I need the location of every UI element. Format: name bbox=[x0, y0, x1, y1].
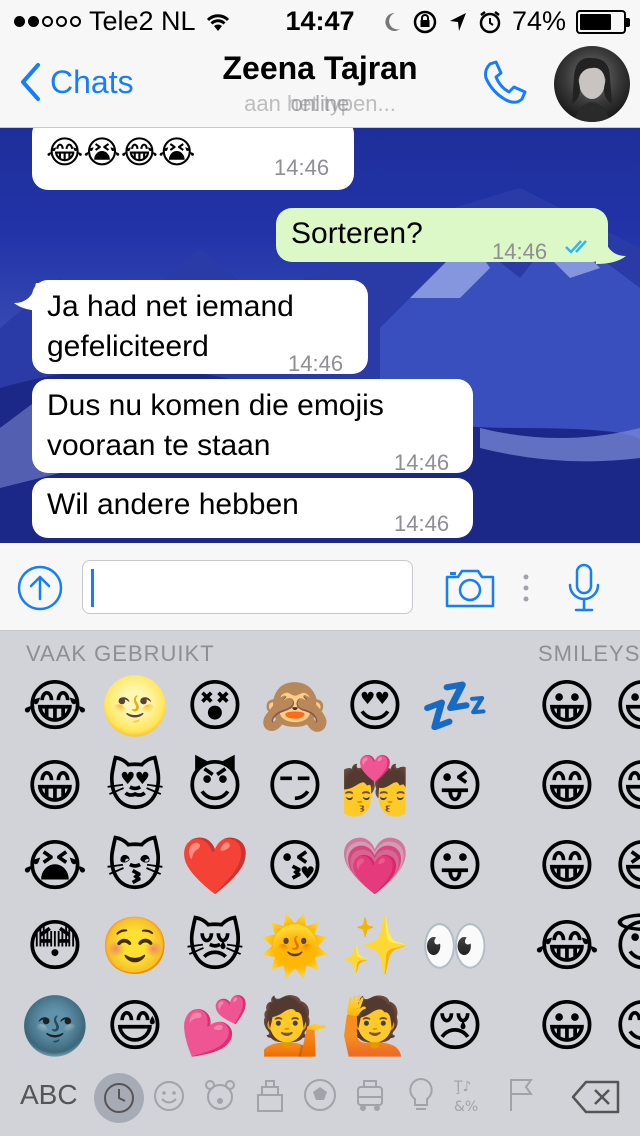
emoji-key[interactable]: 😅 bbox=[96, 987, 174, 1065]
section-label-smileys: SMILEYS bbox=[538, 641, 640, 666]
emoji-key[interactable]: 😀 bbox=[528, 667, 606, 745]
message-bubble-outgoing[interactable]: Sorteren? 14:46 bbox=[276, 208, 608, 264]
camera-icon[interactable] bbox=[444, 567, 496, 609]
smiley-category-icon[interactable] bbox=[152, 1079, 186, 1113]
message-text-line: vooraan te staan bbox=[47, 429, 271, 462]
message-time: 14:46 bbox=[492, 239, 548, 264]
emoji-key[interactable]: 😀 bbox=[528, 987, 606, 1065]
message-bubble[interactable]: Ja had net iemand gefeliciteerd 14:46 bbox=[32, 280, 368, 376]
emoji-key[interactable]: 😁 bbox=[528, 747, 606, 825]
message-time: 14:46 bbox=[288, 351, 344, 376]
emoji-key-partial[interactable]: 😆 bbox=[604, 827, 640, 905]
emoji-key[interactable]: 😻 bbox=[96, 747, 174, 825]
emoji-key[interactable]: 🌞 bbox=[256, 907, 334, 985]
attach-upload-icon[interactable] bbox=[16, 564, 64, 612]
message-text-line: Ja had net iemand bbox=[47, 290, 294, 323]
emoji-key[interactable]: 😳 bbox=[16, 907, 94, 985]
rotation-lock-icon bbox=[413, 10, 437, 33]
emoji-key-partial[interactable]: 😄 bbox=[604, 747, 640, 825]
emoji-key[interactable]: 😭 bbox=[16, 827, 94, 905]
svg-text:&%: &% bbox=[454, 1099, 478, 1115]
message-bubble[interactable]: 😂😭😂😭 14:46 bbox=[32, 128, 354, 190]
message-input[interactable] bbox=[82, 560, 413, 614]
emoji-keyboard: VAAK GEBRUIKT SMILEYS 😂 🌝 😵 🙈 😍 💤 😁 😻 😈 😏 💏 😜 😭 😽 ❤️ 😘 💗… bbox=[0, 631, 640, 1136]
contact-avatar[interactable] bbox=[554, 46, 630, 122]
clock-icon bbox=[104, 1083, 134, 1113]
emoji-key[interactable]: 😂 bbox=[528, 907, 606, 985]
animal-category-icon[interactable] bbox=[202, 1077, 238, 1113]
abc-key[interactable]: ABC bbox=[20, 1079, 78, 1111]
emoji-key[interactable]: 😘 bbox=[256, 827, 334, 905]
more-dots-icon bbox=[523, 574, 529, 602]
message-bubble[interactable]: Dus nu komen die emojis vooraan te staan… bbox=[32, 379, 473, 475]
recent-category-button[interactable] bbox=[94, 1073, 144, 1123]
emoji-key[interactable]: 😏 bbox=[256, 747, 334, 825]
message-text-line: Wil andere hebben bbox=[47, 488, 299, 521]
svg-text:Ţ♪: Ţ♪ bbox=[453, 1079, 472, 1095]
food-category-icon[interactable] bbox=[252, 1077, 288, 1113]
travel-category-icon[interactable] bbox=[352, 1077, 388, 1113]
alarm-icon bbox=[479, 10, 501, 33]
emoji-key-partial[interactable]: 😃 bbox=[604, 667, 640, 745]
emoji-key[interactable]: 😿 bbox=[176, 907, 254, 985]
chat-header: Chats Zeena Tajran aan het typen... onli… bbox=[0, 40, 640, 128]
emoji-key[interactable]: 💕 bbox=[176, 987, 254, 1065]
message-time: 14:46 bbox=[394, 450, 450, 475]
online-status: online bbox=[290, 91, 350, 116]
message-time: 14:46 bbox=[274, 155, 330, 180]
message-text: 😂😭😂😭 bbox=[46, 134, 196, 170]
contact-name: Zeena Tajran bbox=[222, 50, 418, 86]
emoji-key[interactable]: 💁 bbox=[256, 987, 334, 1065]
emoji-key[interactable]: ☺️ bbox=[96, 907, 174, 985]
battery-percent: 74% bbox=[511, 6, 566, 36]
emoji-key-partial[interactable]: 😇 bbox=[604, 907, 640, 985]
backspace-icon[interactable] bbox=[570, 1079, 622, 1115]
emoji-key[interactable]: 😍 bbox=[336, 667, 414, 745]
emoji-key[interactable]: 😽 bbox=[96, 827, 174, 905]
chat-messages[interactable]: 😂😭😂😭 14:46 Sorteren? 14:46 Ja had net ie… bbox=[0, 128, 640, 543]
symbols-category-icon[interactable]: Ţ♪ &% bbox=[452, 1075, 488, 1115]
emoji-key[interactable]: 🙋 bbox=[336, 987, 414, 1065]
microphone-icon[interactable] bbox=[566, 563, 602, 613]
emoji-key[interactable]: 💏 bbox=[336, 747, 414, 825]
section-label-recent: VAAK GEBRUIKT bbox=[26, 641, 215, 666]
bubble-tail bbox=[596, 236, 626, 264]
moon-icon bbox=[385, 12, 400, 31]
status-bar: Tele2 NL 14:47 74% bbox=[0, 0, 640, 40]
flag-category-icon[interactable] bbox=[506, 1077, 536, 1113]
emoji-key[interactable]: 😢 bbox=[416, 987, 494, 1065]
emoji-key[interactable]: ✨ bbox=[336, 907, 414, 985]
emoji-key[interactable]: 🌝 bbox=[96, 667, 174, 745]
emoji-category-bar: ABC Ţ♪ &% bbox=[0, 1061, 640, 1136]
message-text-line: Dus nu komen die emojis bbox=[47, 389, 384, 422]
emoji-key[interactable]: 👀 bbox=[416, 907, 494, 985]
emoji-key[interactable]: 😈 bbox=[176, 747, 254, 825]
emoji-key[interactable]: 😂 bbox=[16, 667, 94, 745]
emoji-key[interactable]: 😛 bbox=[416, 827, 494, 905]
message-text-line: gefeliciteerd bbox=[47, 330, 209, 363]
phone-icon[interactable] bbox=[480, 58, 528, 108]
emoji-key[interactable]: 😁 bbox=[528, 827, 606, 905]
emoji-key[interactable]: 💗 bbox=[336, 827, 414, 905]
objects-category-icon[interactable] bbox=[406, 1077, 436, 1113]
emoji-key[interactable]: 😵 bbox=[176, 667, 254, 745]
contact-info[interactable]: Zeena Tajran aan het typen... online bbox=[0, 50, 640, 117]
emoji-key[interactable]: 😁 bbox=[16, 747, 94, 825]
emoji-key[interactable]: ❤️ bbox=[176, 827, 254, 905]
emoji-key[interactable]: 🌚 bbox=[16, 987, 94, 1065]
emoji-key[interactable]: 😜 bbox=[416, 747, 494, 825]
sports-category-icon[interactable] bbox=[302, 1077, 338, 1113]
battery-icon bbox=[576, 9, 630, 34]
message-input-bar bbox=[0, 543, 640, 631]
message-text: Sorteren? bbox=[291, 217, 423, 250]
emoji-key[interactable]: 🙈 bbox=[256, 667, 334, 745]
double-check-read-icon bbox=[565, 240, 587, 254]
message-bubble[interactable]: Wil andere hebben 14:46 bbox=[32, 478, 473, 538]
emoji-key-partial[interactable]: 😊 bbox=[604, 987, 640, 1065]
message-time: 14:46 bbox=[394, 511, 450, 536]
emoji-key[interactable]: 💤 bbox=[416, 667, 494, 745]
location-icon bbox=[449, 12, 466, 31]
text-cursor bbox=[91, 569, 94, 607]
